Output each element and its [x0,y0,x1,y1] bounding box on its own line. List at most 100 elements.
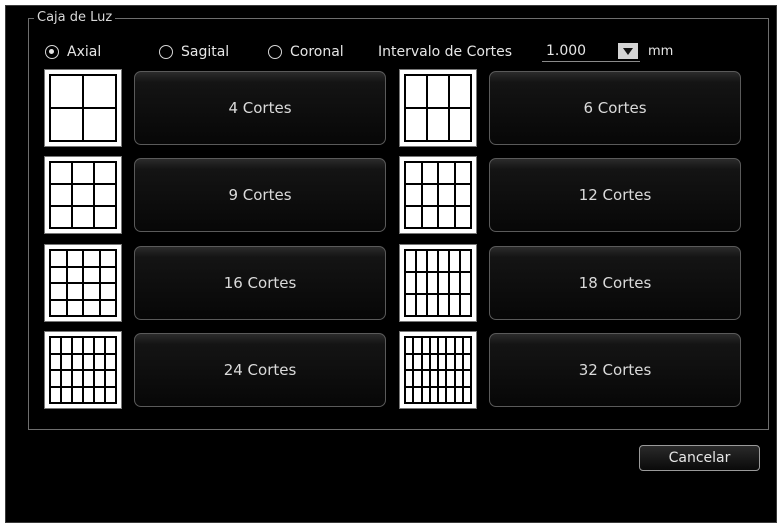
grid-cell [84,76,115,107]
layout-button-16[interactable]: 16 Cortes [134,246,386,320]
grid-cell [461,251,470,271]
grid-cell [447,387,454,402]
grid-cells [404,336,472,404]
grid-cell [51,76,82,107]
radio-sagital-label: Sagital [181,44,230,60]
grid-cell [51,387,60,402]
grid-cell [84,338,93,353]
grid-cell [430,371,437,386]
radio-coronal-indicator[interactable] [268,45,282,59]
grid-cell [428,273,437,293]
layout-button-32[interactable]: 32 Cortes [489,333,741,407]
grid-cell [67,284,82,299]
grid-2x2-icon[interactable] [44,69,122,147]
grid-cell [455,185,470,205]
grid-cell [463,387,470,402]
layout-button-24[interactable]: 24 Cortes [134,333,386,407]
interval-combobox[interactable]: 1.000 [542,42,640,62]
radio-axial[interactable]: Axial [45,40,101,64]
grid-6x3-icon[interactable] [399,244,477,322]
grid-cell [73,371,82,386]
light-box-dialog: Caja de Luz Axial Sagital Coronal Interv… [5,5,777,523]
grid-cell [439,207,454,227]
grid-cell [414,338,421,353]
grid-cell [406,207,421,227]
interval-unit: mm [648,44,674,59]
radio-sagital[interactable]: Sagital [159,40,229,64]
grid-cell [67,267,82,282]
grid-cell [51,163,71,183]
grid-8x4-icon[interactable] [399,331,477,409]
grid-cell [51,207,71,227]
grid-cell [406,109,426,140]
grid-cell [51,371,60,386]
grid-cell [62,354,71,369]
grid-cell [406,354,413,369]
grid-cells [49,336,117,404]
grid-cell [106,354,115,369]
grid-3x2-icon[interactable] [399,69,477,147]
grid-cell [439,371,446,386]
grid-cell [67,251,82,266]
grid-cell [406,76,426,107]
grid-cell [439,273,448,293]
grid-cell [430,338,437,353]
dropdown-arrow-icon[interactable] [618,43,638,59]
cancel-button[interactable]: Cancelar [639,445,760,471]
grid-cell [430,354,437,369]
grid-cell [51,267,66,282]
grid-cell [106,371,115,386]
grid-cell [455,207,470,227]
grid-cell [73,354,82,369]
grid-6x4-icon[interactable] [44,331,122,409]
grid-cell [430,387,437,402]
grid-cell [422,371,429,386]
grid-cell [406,371,413,386]
grid-cell [463,338,470,353]
grid-cell [422,163,437,183]
grid-cell [455,354,462,369]
grid-cell [106,338,115,353]
radio-coronal[interactable]: Coronal [268,40,344,64]
grid-cell [406,163,421,183]
grid-cell [84,354,93,369]
interval-label: Intervalo de Cortes [378,44,513,60]
grid-cell [84,109,115,140]
grid-cells [404,74,472,142]
grid-cell [95,338,104,353]
grid-cells [49,161,117,229]
grid-3x3-icon[interactable] [44,156,122,234]
interval-value[interactable]: 1.000 [546,43,586,59]
grid-cell [73,207,93,227]
layout-button-18[interactable]: 18 Cortes [489,246,741,320]
grid-cell [428,109,448,140]
grid-cell [414,354,421,369]
grid-cell [84,251,99,266]
grid-cell [422,387,429,402]
grid-cell [95,207,115,227]
grid-cell [447,371,454,386]
radio-axial-indicator[interactable] [45,45,59,59]
grid-cell [414,371,421,386]
grid-cells [404,249,472,317]
grid-cell [428,251,437,271]
grid-cell [62,387,71,402]
grid-cell [95,387,104,402]
grid-cell [439,185,454,205]
layout-button-4[interactable]: 4 Cortes [134,71,386,145]
layout-button-12[interactable]: 12 Cortes [489,158,741,232]
layout-button-9[interactable]: 9 Cortes [134,158,386,232]
grid-cell [422,207,437,227]
grid-cell [406,338,413,353]
grid-cell [439,387,446,402]
grid-cell [417,295,426,315]
grid-4x4-icon[interactable] [44,244,122,322]
grid-4x3-icon[interactable] [399,156,477,234]
grid-cell [439,338,446,353]
radio-sagital-indicator[interactable] [159,45,173,59]
grid-cell [455,371,462,386]
grid-cell [62,371,71,386]
grid-cell [84,284,99,299]
layout-button-6[interactable]: 6 Cortes [489,71,741,145]
grid-cell [417,273,426,293]
